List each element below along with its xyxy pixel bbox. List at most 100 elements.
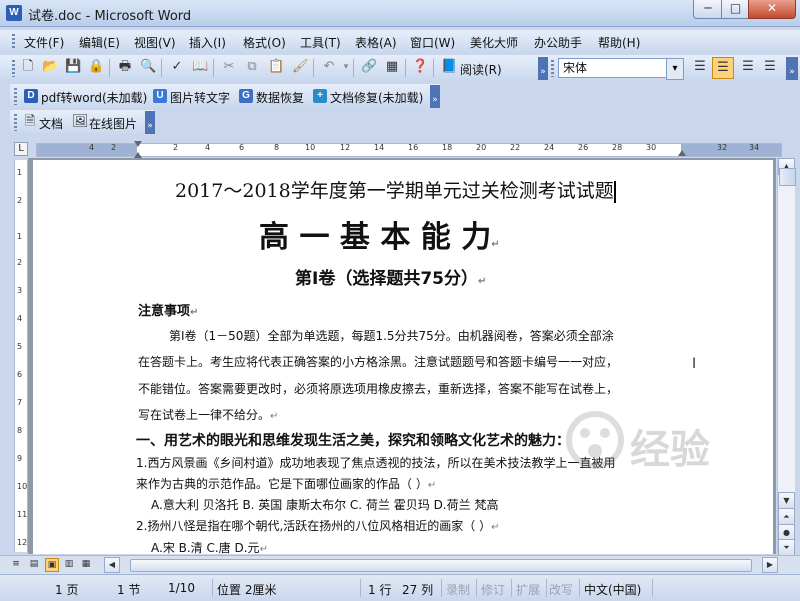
image-to-text-button[interactable]: 图片转文字: [170, 89, 230, 106]
notice-line[interactable]: 第Ⅰ卷（1－50题）全部为单选题，每题1.5分共75分。由机器阅卷，答案必须全部…: [169, 327, 614, 344]
cut-icon[interactable]: ✂: [221, 59, 237, 75]
menu-edit[interactable]: 编辑(E): [79, 34, 120, 51]
notice-line[interactable]: 不能错位。答案需要更改时，必须将原选项用橡皮擦去，重新选择，答案不能写在试卷上，: [138, 380, 618, 397]
tables-borders-icon[interactable]: ▦: [384, 59, 400, 75]
doc-repair-button[interactable]: 文档修复(未加载): [330, 89, 423, 106]
question-options[interactable]: A.意大利 贝洛托 B. 英国 康斯太布尔 C. 荷兰 霍贝玛 D.荷兰 梵高: [151, 496, 498, 513]
notice-line[interactable]: 写在试卷上一律不给分。↵: [138, 406, 278, 423]
menu-beautify[interactable]: 美化大师: [470, 34, 518, 51]
part-heading[interactable]: 第Ⅰ卷（选择题共75分）↵: [295, 264, 486, 289]
status-record[interactable]: 录制: [446, 581, 470, 598]
first-line-indent-marker[interactable]: [134, 141, 142, 147]
help-icon[interactable]: ❓: [412, 59, 428, 75]
exam-title[interactable]: 2017～2018学年度第一学期单元过关检测考试试题: [175, 176, 616, 203]
question-line[interactable]: 2.扬州八怪是指在哪个朝代,活跃在扬州的八位风格相近的画家（ ）↵: [136, 517, 499, 534]
menu-insert[interactable]: 插入(I): [189, 34, 226, 51]
open-folder-icon[interactable]: 📂: [42, 59, 58, 75]
justify-icon[interactable]: ☰: [762, 59, 778, 75]
scroll-right-icon[interactable]: ▶: [762, 557, 778, 573]
status-line[interactable]: 1 行: [368, 581, 391, 598]
docs-toolbar-chevron[interactable]: »: [145, 111, 155, 134]
prev-page-icon[interactable]: ⏶: [778, 508, 795, 525]
document-button[interactable]: 文档: [39, 115, 63, 132]
notice-line[interactable]: 在答题卡上。考生应将代表正确答案的小方格涂黑。注意试题题号和答题卡编号一一对应，: [138, 353, 618, 370]
data-recovery-button[interactable]: 数据恢复: [256, 89, 304, 106]
docs-toolbar-grip[interactable]: [14, 114, 17, 131]
web-view-icon[interactable]: ▤: [28, 558, 40, 570]
menu-tools[interactable]: 工具(T): [300, 34, 341, 51]
menu-file[interactable]: 文件(F): [24, 34, 64, 51]
vertical-ruler[interactable]: 1 2 1 2 3 4 5 6 7 8 9 10 11 12: [14, 160, 28, 552]
question-line[interactable]: 来作为古典的示范作品。它是下面哪位画家的作品（ ）↵: [136, 475, 436, 492]
question-options[interactable]: A.宋 B.清 C.唐 D.元↵: [151, 539, 268, 554]
horizontal-scrollbar[interactable]: ≡ ▤ ▣ ▥ ▦ ◀ ▶: [0, 555, 800, 574]
word-app-icon[interactable]: W: [6, 5, 22, 21]
new-doc-icon[interactable]: 🗋: [20, 59, 36, 75]
status-extend[interactable]: 扩展: [516, 581, 540, 598]
menu-help[interactable]: 帮助(H): [598, 34, 640, 51]
maximize-button[interactable]: □: [721, 0, 750, 19]
read-mode-icon[interactable]: 📘: [441, 59, 457, 75]
align-right-icon[interactable]: ☰: [740, 59, 756, 75]
status-section[interactable]: 1 节: [117, 581, 140, 598]
document-page[interactable]: 2017～2018学年度第一学期单元过关检测考试试题 高 一 基 本 能 力↵ …: [33, 160, 773, 554]
status-revise[interactable]: 修订: [481, 581, 505, 598]
hyperlink-icon[interactable]: 🔗: [361, 59, 377, 75]
print-preview-icon[interactable]: 🔍: [140, 59, 156, 75]
permission-icon[interactable]: 🔒: [88, 59, 104, 75]
status-column[interactable]: 27 列: [402, 581, 433, 598]
menu-grip[interactable]: [12, 34, 15, 50]
font-name-box[interactable]: 宋体: [558, 58, 676, 78]
next-page-icon[interactable]: ⏷: [778, 539, 795, 556]
print-layout-view-icon[interactable]: ▣: [45, 558, 59, 572]
align-center-icon[interactable]: ☰: [712, 57, 734, 79]
online-images-button[interactable]: 在线图片: [89, 115, 137, 132]
format-toolbar-chevron[interactable]: »: [786, 57, 798, 80]
normal-view-icon[interactable]: ≡: [10, 558, 22, 570]
menu-office-assistant[interactable]: 办公助手: [534, 34, 582, 51]
right-indent-marker[interactable]: [678, 150, 686, 156]
reading-view-icon[interactable]: ▦: [80, 558, 92, 570]
toolbar-grip[interactable]: [12, 60, 15, 77]
copy-icon[interactable]: ⧉: [244, 59, 260, 75]
tab-selector[interactable]: L: [14, 142, 28, 156]
menu-window[interactable]: 窗口(W): [410, 34, 455, 51]
research-icon[interactable]: 📖: [192, 59, 208, 75]
font-dropdown-button[interactable]: ▾: [666, 58, 684, 80]
menu-view[interactable]: 视图(V): [134, 34, 176, 51]
vertical-scrollbar[interactable]: ▲ ▼ ⏶ ● ⏷: [777, 158, 796, 556]
status-page[interactable]: 1 页: [55, 581, 78, 598]
horizontal-scroll-thumb[interactable]: [130, 559, 752, 572]
notice-heading[interactable]: 注意事项↵: [138, 300, 198, 319]
subject-title[interactable]: 高 一 基 本 能 力↵: [259, 212, 500, 256]
menu-format[interactable]: 格式(O): [243, 34, 286, 51]
format-toolbar-grip[interactable]: [551, 60, 554, 77]
status-overwrite[interactable]: 改写: [549, 581, 573, 598]
minimize-button[interactable]: ─: [693, 0, 723, 19]
paste-icon[interactable]: 📋: [268, 59, 284, 75]
pdf-to-word-button[interactable]: pdf转word(未加载): [41, 89, 147, 106]
undo-dropdown-icon[interactable]: ▾: [338, 59, 354, 75]
format-painter-icon[interactable]: 🖌: [292, 59, 309, 75]
horizontal-ruler[interactable]: 4 2 2 4 6 8 10 12 14 16 18 20 22 24 26 2…: [36, 141, 782, 158]
scroll-down-icon[interactable]: ▼: [778, 492, 795, 509]
status-page-of[interactable]: 1/10: [168, 581, 195, 595]
status-language[interactable]: 中文(中国): [584, 581, 641, 598]
menu-table[interactable]: 表格(A): [355, 34, 397, 51]
scroll-thumb[interactable]: [779, 168, 796, 186]
save-icon[interactable]: 💾: [65, 59, 81, 75]
section-heading[interactable]: 一、用艺术的眼光和思维发现生活之美，探究和领略文化艺术的魅力：: [136, 430, 570, 450]
outline-view-icon[interactable]: ▥: [63, 558, 75, 570]
read-mode-button[interactable]: 阅读(R): [460, 61, 502, 78]
addin-toolbar-chevron[interactable]: »: [430, 85, 440, 108]
addin-toolbar-grip[interactable]: [14, 88, 17, 105]
close-button[interactable]: ✕: [748, 0, 796, 19]
question-line[interactable]: 1.西方风景画《乡间村道》成功地表现了焦点透视的技法，所以在美术技法教学上一直被…: [136, 454, 615, 471]
scroll-left-icon[interactable]: ◀: [104, 557, 120, 573]
spelling-icon[interactable]: ✓: [169, 59, 185, 75]
align-left-icon[interactable]: ☰: [692, 59, 708, 75]
status-position[interactable]: 位置 2厘米: [217, 581, 276, 598]
print-icon[interactable]: 🖶: [117, 59, 133, 75]
toolbar-overflow-chevron[interactable]: »: [538, 57, 548, 80]
undo-icon[interactable]: ↶: [321, 59, 337, 75]
